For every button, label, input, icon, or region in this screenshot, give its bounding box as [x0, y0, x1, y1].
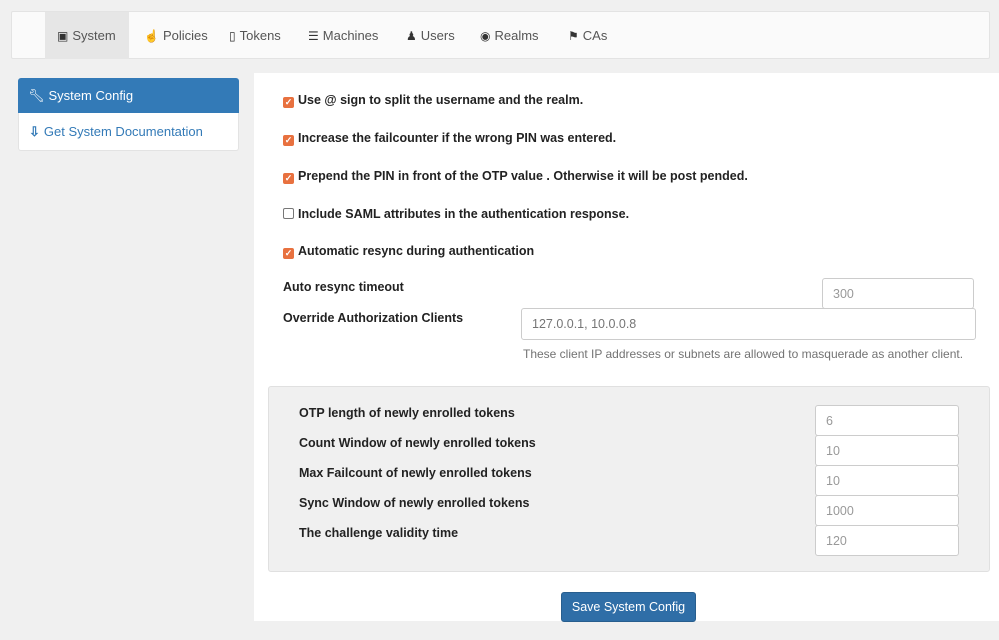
tab-label: Policies [162, 28, 208, 43]
max-failcount-input[interactable] [815, 465, 959, 496]
override-clients-label: Override Authorization Clients [283, 311, 464, 325]
auto-resync-timeout-label: Auto resync timeout [283, 280, 404, 294]
checkbox-unchecked-icon[interactable] [283, 208, 294, 219]
bookmark-icon: ⚑ [568, 29, 579, 43]
count-window-label: Count Window of newly enrolled tokens [299, 436, 536, 450]
checkbox-label: Increase the failcounter if the wrong PI… [298, 131, 617, 145]
checkbox-checked-icon[interactable]: ✓ [283, 135, 294, 146]
challenge-validity-label: The challenge validity time [299, 526, 459, 540]
override-clients-help: These client IP addresses or subnets are… [523, 347, 964, 361]
sync-window-label: Sync Window of newly enrolled tokens [299, 496, 530, 510]
tasks-icon: ☰ [308, 29, 319, 43]
wrench-icon: 🔧︎ [28, 88, 45, 103]
top-navbar: ▣ System ☝ Policies ▯ Tokens ☰ Machines ♟ Use… [11, 11, 990, 59]
otp-length-label: OTP length of newly enrolled tokens [299, 406, 515, 420]
checkbox-auto-resync[interactable]: ✓ Automatic resync during authentication [283, 244, 534, 259]
sidebar-item-system-config[interactable]: 🔧︎ System Config [18, 78, 239, 113]
checkbox-checked-icon[interactable]: ✓ [283, 248, 294, 259]
checkbox-include-saml[interactable]: Include SAML attributes in the authentic… [283, 207, 629, 221]
checkbox-increase-failcounter[interactable]: ✓ Increase the failcounter if the wrong P… [283, 131, 616, 146]
tab-cas[interactable]: ⚑ CAs [568, 12, 607, 59]
tab-policies[interactable]: ☝ Policies [144, 12, 208, 59]
tab-label: Users [420, 28, 455, 43]
override-clients-input[interactable] [521, 308, 976, 340]
hand-icon: ☝ [144, 29, 159, 43]
challenge-validity-input[interactable] [815, 525, 959, 556]
sidebar-item-get-system-documentation[interactable]: ⇩ Get System Documentation [18, 113, 239, 151]
tab-system[interactable]: ▣ System [45, 12, 129, 59]
sidebar-item-label: Get System Documentation [43, 124, 203, 139]
tab-tokens[interactable]: ▯ Tokens [229, 12, 281, 59]
tab-label: Machines [322, 28, 379, 43]
checkbox-checked-icon[interactable]: ✓ [283, 173, 294, 184]
save-system-config-button[interactable]: Save System Config [561, 592, 696, 622]
checkbox-split-at-sign[interactable]: ✓ Use @ sign to split the username and th… [283, 93, 583, 108]
globe-icon: ◉ [480, 29, 491, 43]
tab-label: Tokens [239, 28, 281, 43]
checkbox-label: Use @ sign to split the username and the… [298, 93, 584, 107]
tab-label: Realms [494, 28, 539, 43]
phone-icon: ▯ [229, 29, 236, 43]
checkbox-label: Automatic resync during authentication [298, 244, 535, 258]
tab-users[interactable]: ♟ Users [406, 12, 455, 59]
count-window-input[interactable] [815, 435, 959, 466]
auto-resync-timeout-input[interactable] [822, 278, 974, 309]
tab-realms[interactable]: ◉ Realms [480, 12, 539, 59]
checkbox-label: Include SAML attributes in the authentic… [298, 207, 630, 221]
tab-machines[interactable]: ☰ Machines [308, 12, 378, 59]
sync-window-input[interactable] [815, 495, 959, 526]
sidebar-item-label: System Config [48, 88, 134, 103]
tab-label: System [72, 28, 116, 43]
otp-length-input[interactable] [815, 405, 959, 436]
checkbox-checked-icon[interactable]: ✓ [283, 97, 294, 108]
briefcase-icon: ▣ [57, 29, 69, 43]
checkbox-prepend-pin[interactable]: ✓ Prepend the PIN in front of the OTP val… [283, 169, 748, 184]
checkbox-label: Prepend the PIN in front of the OTP valu… [298, 169, 748, 183]
download-circle-icon: ⇩ [29, 124, 40, 139]
tab-label: CAs [582, 28, 608, 43]
user-icon: ♟ [406, 29, 417, 43]
max-failcount-label: Max Failcount of newly enrolled tokens [299, 466, 532, 480]
